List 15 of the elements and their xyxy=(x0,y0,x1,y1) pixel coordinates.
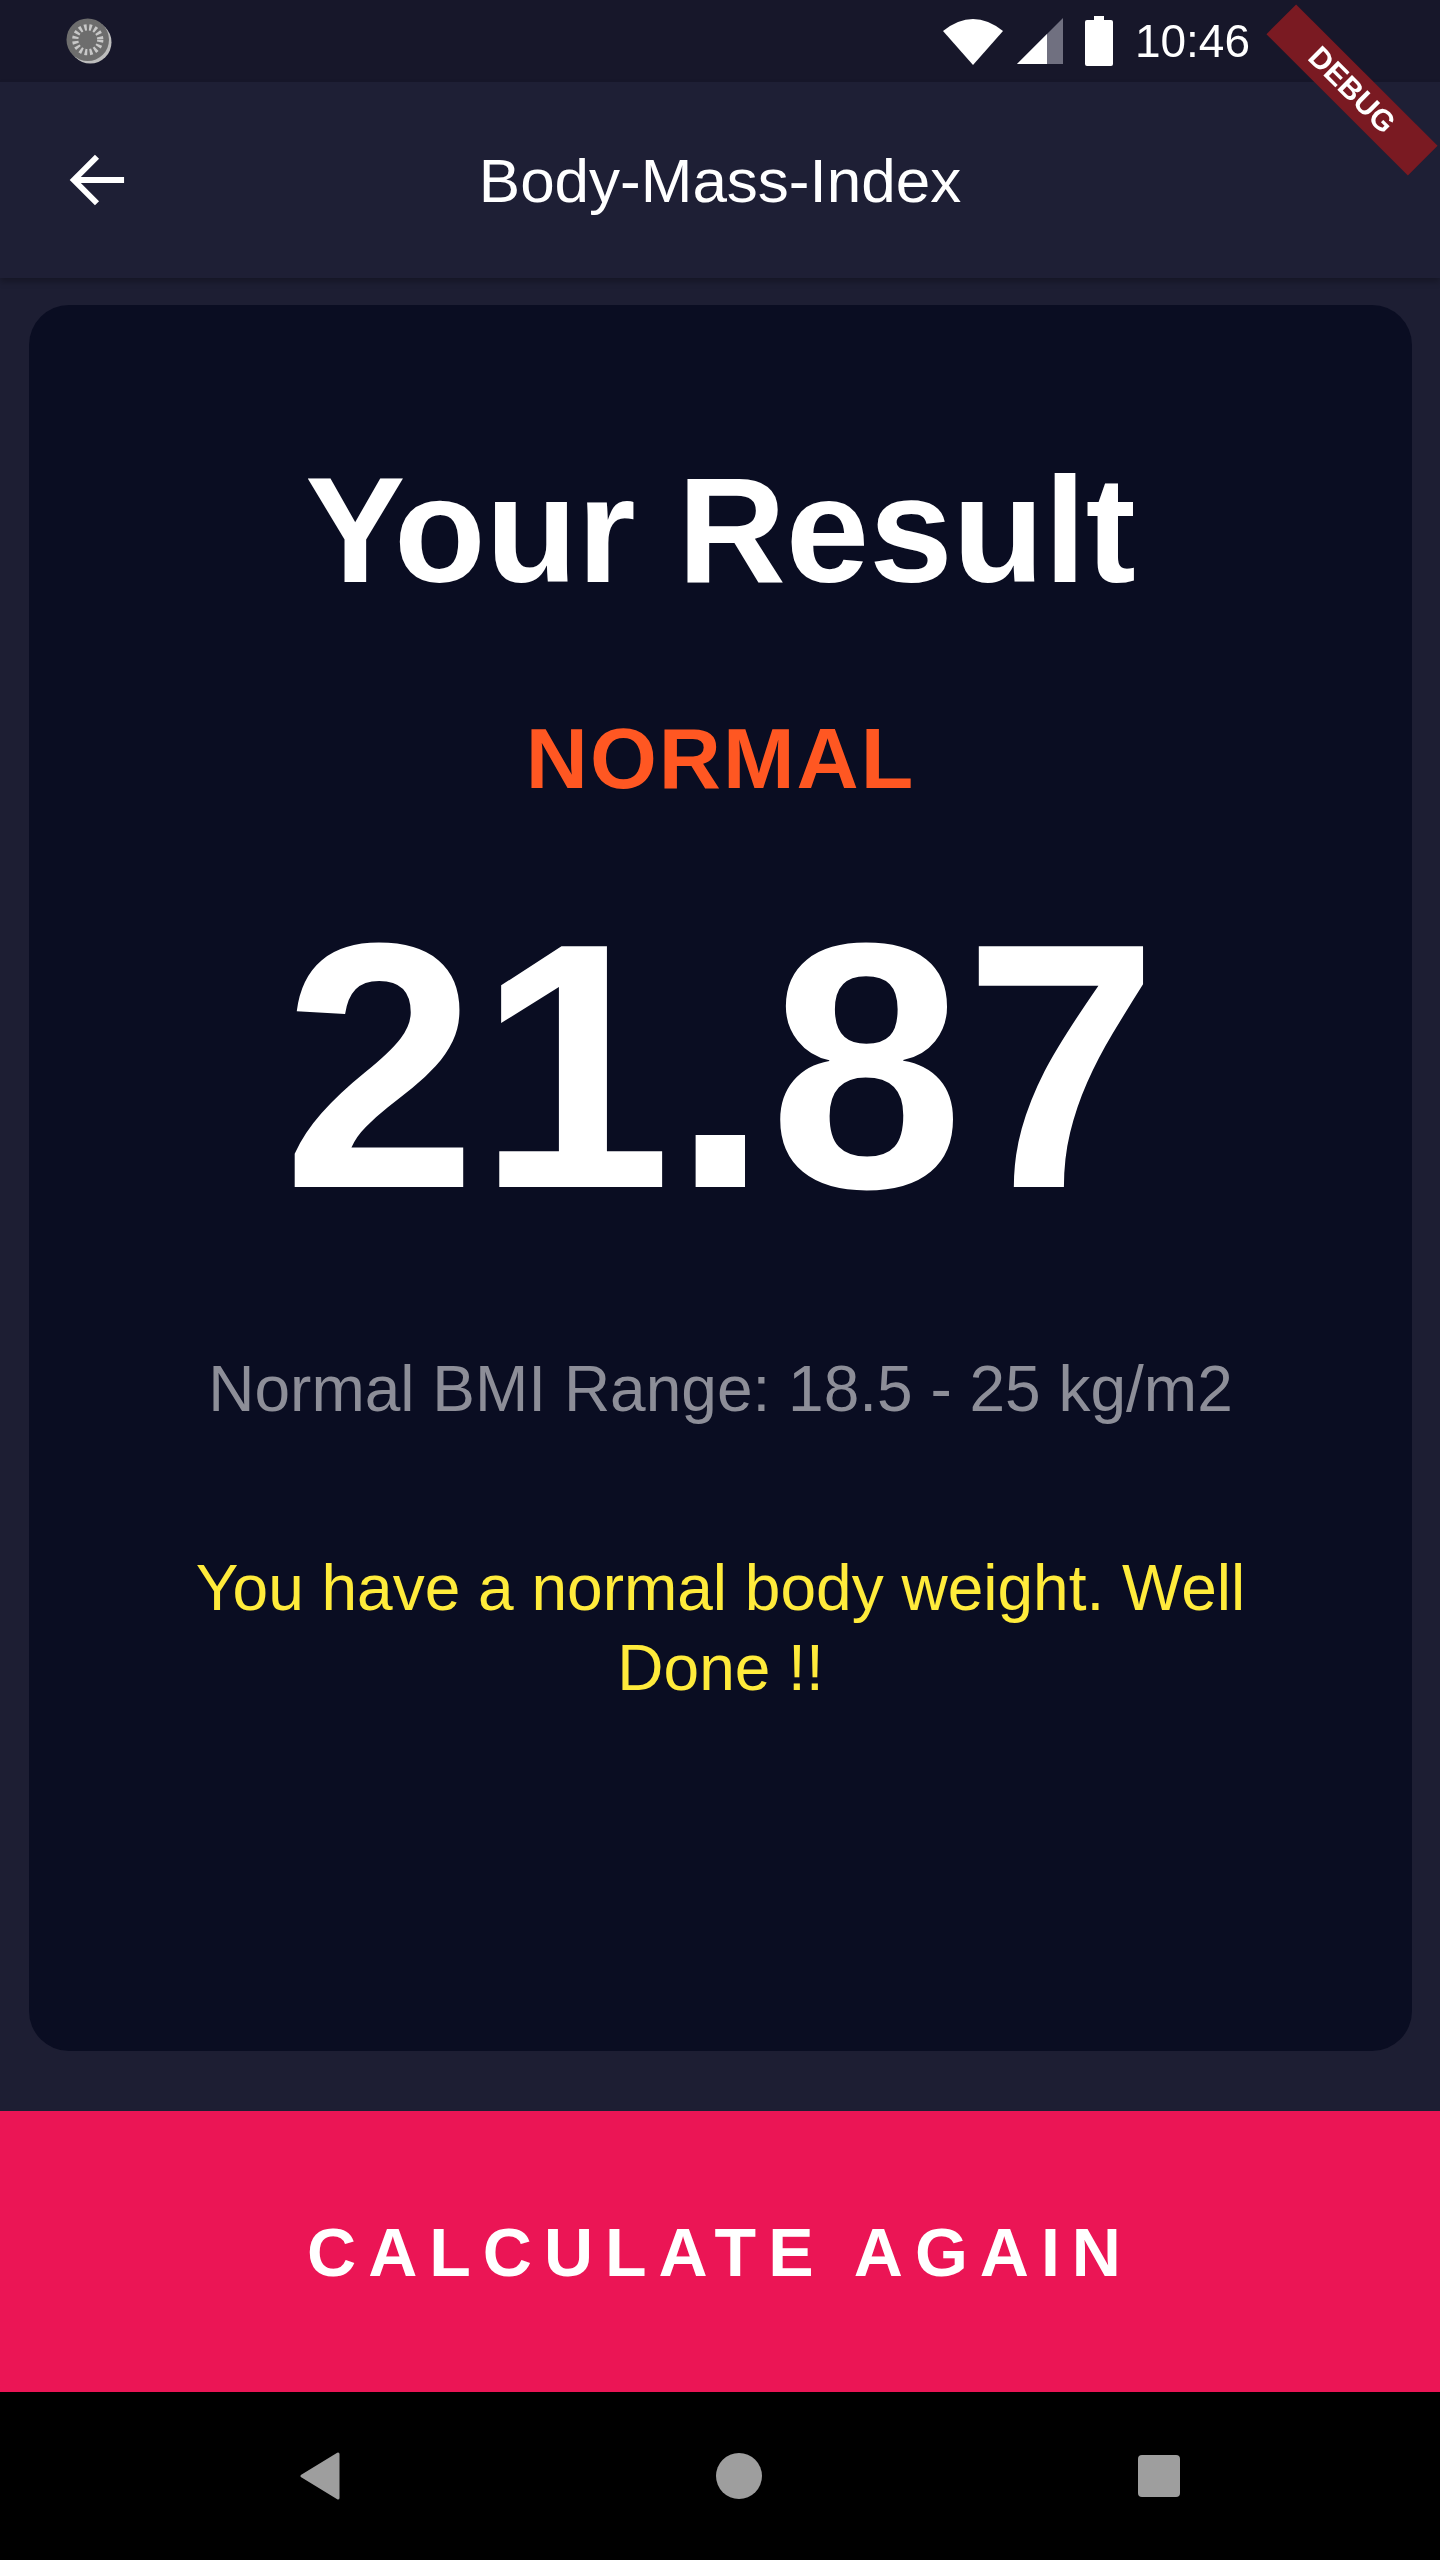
wifi-icon xyxy=(942,17,1003,65)
result-message: You have a normal body weight. Well Done !! xyxy=(194,1550,1247,1706)
status-time: 10:46 xyxy=(1134,14,1250,68)
result-heading: Your Result xyxy=(305,455,1136,605)
bmi-value: 21.87 xyxy=(282,891,1159,1241)
back-arrow-icon[interactable] xyxy=(68,152,126,208)
sync-icon xyxy=(64,16,114,66)
battery-icon xyxy=(1084,16,1113,66)
calculate-again-button[interactable]: CALCULATE AGAIN xyxy=(0,2111,1440,2392)
signal-icon xyxy=(1016,18,1063,64)
bmi-range: Normal BMI Range: 18.5 - 25 kg/m2 xyxy=(208,1352,1233,1427)
back-icon[interactable] xyxy=(300,2452,340,2500)
app-bar-title: Body-Mass-Index xyxy=(477,144,963,216)
home-icon[interactable] xyxy=(716,2453,762,2499)
result-category: NORMAL xyxy=(525,715,916,801)
